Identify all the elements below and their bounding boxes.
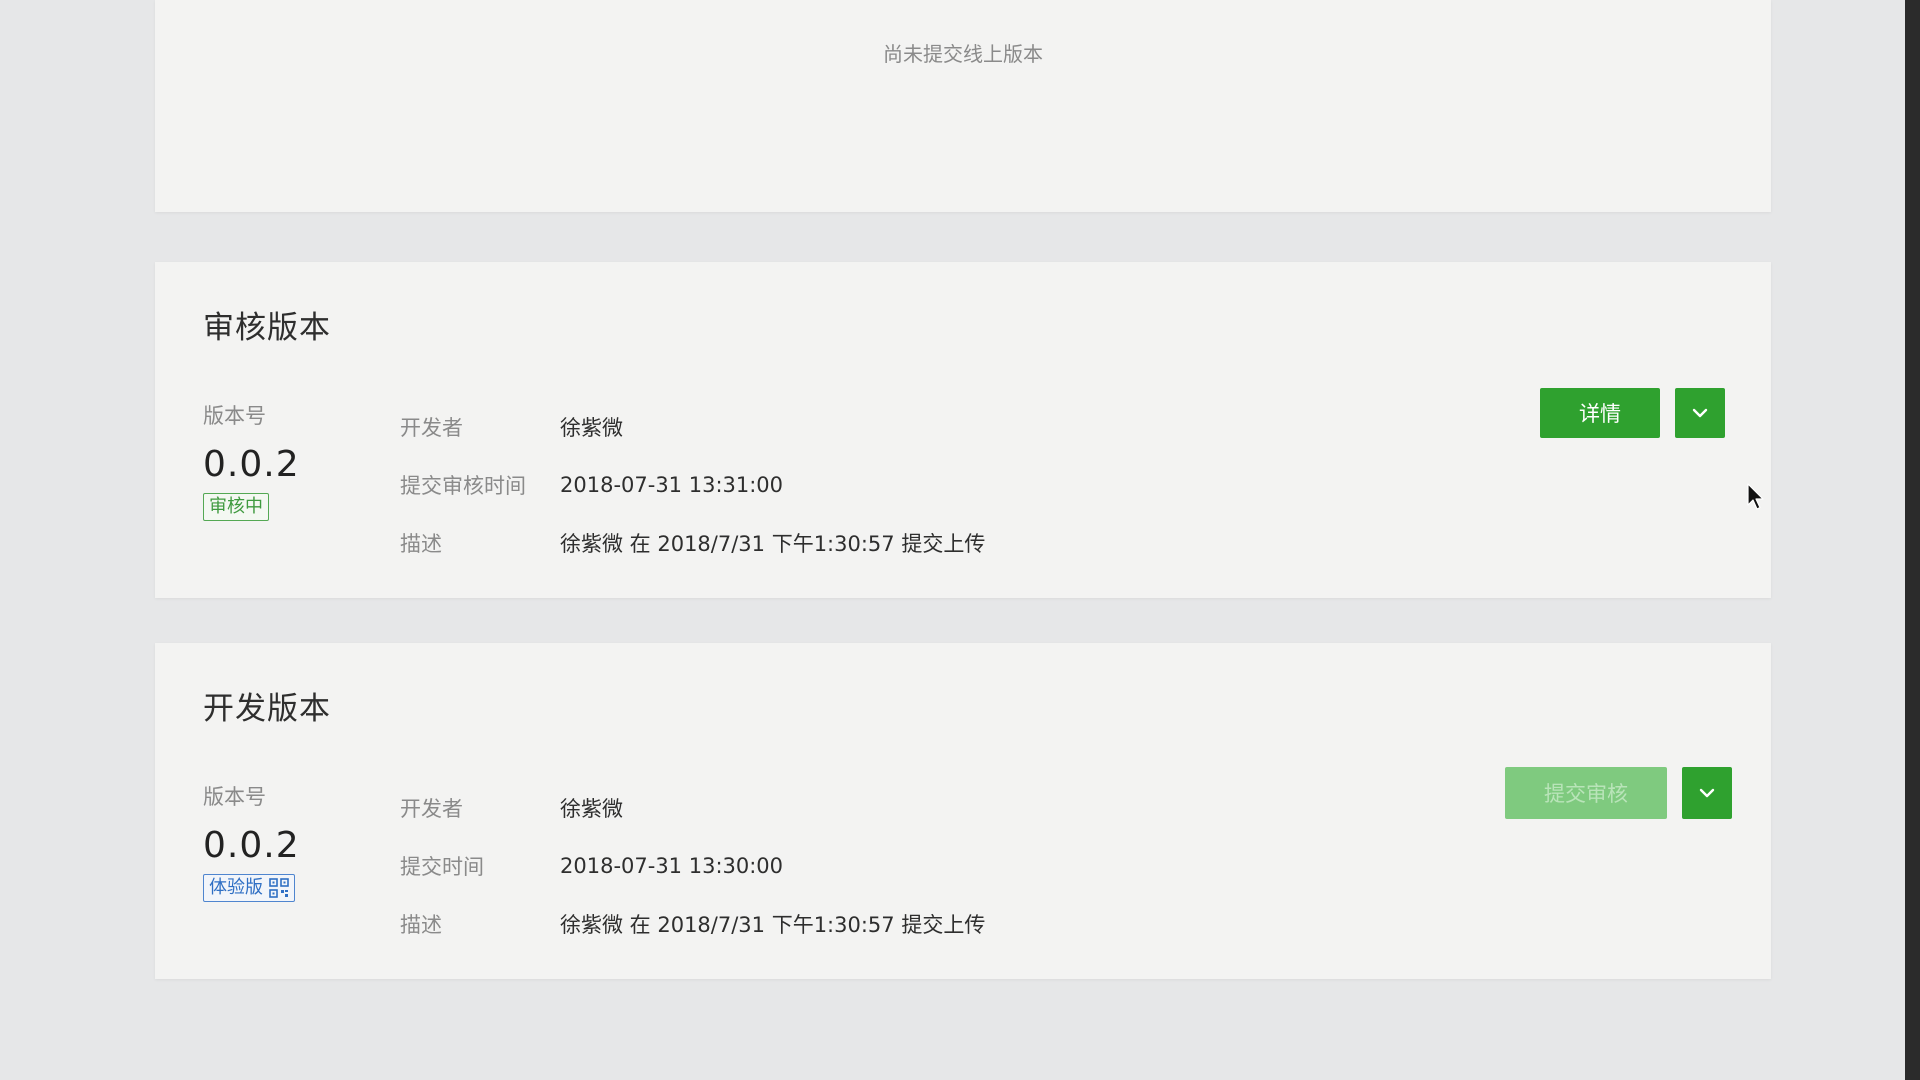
trial-version-badge[interactable]: 体验版	[203, 874, 295, 902]
screen-edge	[1905, 0, 1920, 1080]
mouse-pointer-icon	[1747, 483, 1764, 510]
field-label: 开发者	[400, 797, 463, 821]
review-field-submit-time: 提交审核时间 2018-07-31 13:31:00	[400, 456, 985, 514]
field-value: 徐紫微 在 2018/7/31 下午1:30:57 提交上传	[560, 532, 986, 556]
review-status-badge: 审核中	[203, 493, 269, 521]
dev-section-title: 开发版本	[203, 691, 331, 727]
version-management-page: 尚未提交线上版本 审核版本 版本号 0.0.2 审核中 开发者 徐紫微 提交审核…	[0, 0, 1920, 1080]
online-version-card: 尚未提交线上版本	[155, 0, 1771, 212]
review-fields: 开发者 徐紫微 提交审核时间 2018-07-31 13:31:00 描述 徐紫…	[400, 398, 985, 572]
submit-review-button[interactable]: 提交审核	[1505, 767, 1667, 819]
trial-version-badge-label: 体验版	[209, 877, 263, 898]
field-label: 提交审核时间	[400, 474, 526, 498]
field-value: 徐紫微 在 2018/7/31 下午1:30:57 提交上传	[560, 913, 986, 937]
field-label: 提交时间	[400, 855, 484, 879]
review-status-badge-label: 审核中	[209, 496, 263, 517]
field-label: 开发者	[400, 416, 463, 440]
review-more-dropdown-button[interactable]	[1675, 388, 1725, 438]
qr-code-icon	[269, 878, 289, 898]
field-value: 2018-07-31 13:30:00	[560, 854, 784, 878]
no-online-version-note: 尚未提交线上版本	[883, 42, 1043, 66]
review-version-card: 审核版本 版本号 0.0.2 审核中 开发者 徐紫微 提交审核时间 2018-0…	[155, 262, 1771, 598]
review-section-title: 审核版本	[203, 310, 331, 346]
field-value: 2018-07-31 13:31:00	[560, 473, 784, 497]
review-version-info: 版本号 0.0.2 审核中	[203, 400, 363, 521]
dev-field-developer: 开发者 徐紫微	[400, 779, 985, 837]
review-field-description: 描述 徐紫微 在 2018/7/31 下午1:30:57 提交上传	[400, 514, 985, 572]
review-version-number: 0.0.2	[203, 444, 300, 485]
details-button[interactable]: 详情	[1540, 388, 1660, 438]
review-version-label: 版本号	[203, 404, 266, 428]
dev-version-label: 版本号	[203, 785, 266, 809]
field-value: 徐紫微	[560, 416, 623, 440]
chevron-down-icon	[1692, 408, 1708, 418]
details-button-label: 详情	[1579, 402, 1621, 426]
field-label: 描述	[400, 913, 442, 937]
dev-fields: 开发者 徐紫微 提交时间 2018-07-31 13:30:00 描述 徐紫微 …	[400, 779, 985, 953]
field-label: 描述	[400, 532, 442, 556]
dev-version-card: 开发版本 版本号 0.0.2 体验版 开发者 徐紫微 提交时间 2018-07-…	[155, 643, 1771, 979]
dev-field-submit-time: 提交时间 2018-07-31 13:30:00	[400, 837, 985, 895]
dev-field-description: 描述 徐紫微 在 2018/7/31 下午1:30:57 提交上传	[400, 895, 985, 953]
dev-version-number: 0.0.2	[203, 825, 300, 866]
dev-version-info: 版本号 0.0.2 体验版	[203, 781, 363, 902]
field-value: 徐紫微	[560, 797, 623, 821]
dev-more-dropdown-button[interactable]	[1682, 767, 1732, 819]
review-field-developer: 开发者 徐紫微	[400, 398, 985, 456]
submit-review-button-label: 提交审核	[1544, 782, 1628, 806]
chevron-down-icon	[1699, 788, 1715, 798]
